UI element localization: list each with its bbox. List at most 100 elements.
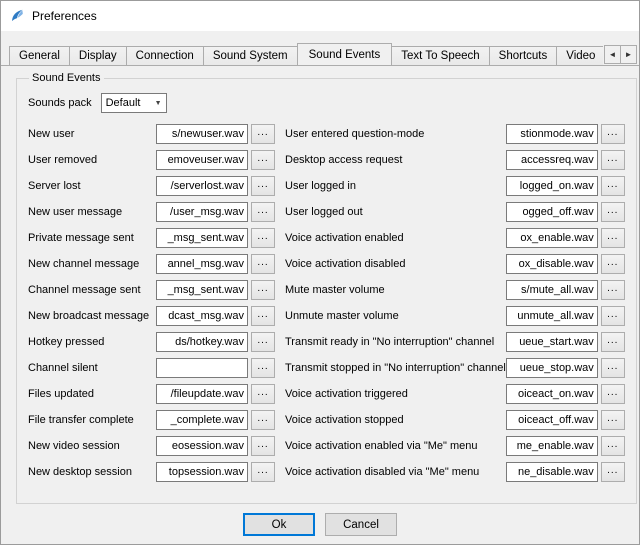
sound-file-input[interactable] [506, 384, 598, 404]
tab-video[interactable]: Video [556, 46, 603, 65]
tab-scroller: ◄ ► [605, 45, 637, 64]
sound-event-row: User entered question-mode ... [285, 121, 625, 147]
sound-file-input[interactable] [506, 150, 598, 170]
sound-file-input[interactable] [156, 384, 248, 404]
browse-button[interactable]: ... [251, 410, 275, 430]
sound-file-input[interactable] [506, 176, 598, 196]
sound-file-input[interactable] [156, 176, 248, 196]
browse-button[interactable]: ... [601, 228, 625, 248]
sounds-pack-select[interactable]: Default ▼ [101, 93, 167, 113]
sound-file-input[interactable] [506, 124, 598, 144]
sound-file-input[interactable] [506, 332, 598, 352]
tab-text-to-speech[interactable]: Text To Speech [391, 46, 489, 65]
tab-general[interactable]: General [9, 46, 70, 65]
sound-file-input[interactable] [506, 202, 598, 222]
sound-file-input[interactable] [506, 358, 598, 378]
browse-button[interactable]: ... [601, 332, 625, 352]
tab-scroll-left-button[interactable]: ◄ [604, 45, 621, 64]
titlebar: Preferences [1, 1, 639, 31]
sound-event-row: New video session ... [28, 433, 275, 459]
sound-event-row: Mute master volume ... [285, 277, 625, 303]
sound-file-input[interactable] [506, 410, 598, 430]
sound-event-label: New channel message [28, 258, 156, 270]
sound-event-row: New channel message ... [28, 251, 275, 277]
sound-event-label: Voice activation enabled via "Me" menu [285, 440, 506, 452]
sound-file-input[interactable] [156, 358, 248, 378]
sound-event-row: Private message sent ... [28, 225, 275, 251]
browse-button[interactable]: ... [601, 280, 625, 300]
tab-sound-events[interactable]: Sound Events [297, 43, 393, 65]
sound-file-input[interactable] [156, 306, 248, 326]
browse-button[interactable]: ... [601, 176, 625, 196]
browse-button[interactable]: ... [601, 202, 625, 222]
browse-button[interactable]: ... [601, 436, 625, 456]
tab-shortcuts[interactable]: Shortcuts [489, 46, 558, 65]
browse-button[interactable]: ... [251, 254, 275, 274]
sound-file-input[interactable] [156, 462, 248, 482]
browse-button[interactable]: ... [251, 280, 275, 300]
sound-event-label: New video session [28, 440, 156, 452]
browse-button[interactable]: ... [601, 410, 625, 430]
sound-event-row: New desktop session ... [28, 459, 275, 485]
browse-button[interactable]: ... [251, 124, 275, 144]
browse-button[interactable]: ... [251, 436, 275, 456]
sound-file-input[interactable] [156, 410, 248, 430]
browse-button[interactable]: ... [601, 358, 625, 378]
sound-file-input[interactable] [156, 150, 248, 170]
tab-display[interactable]: Display [69, 46, 127, 65]
sound-event-label: New desktop session [28, 466, 156, 478]
sound-event-row: Server lost ... [28, 173, 275, 199]
tab-connection[interactable]: Connection [126, 46, 204, 65]
sounds-pack-row: Sounds pack Default ▼ [28, 91, 625, 115]
chevron-right-icon: ► [625, 50, 633, 59]
tab-scroll-right-button[interactable]: ► [620, 45, 637, 64]
sound-event-row: User logged in ... [285, 173, 625, 199]
cancel-button[interactable]: Cancel [325, 513, 397, 536]
browse-button[interactable]: ... [251, 306, 275, 326]
browse-button[interactable]: ... [601, 124, 625, 144]
browse-button[interactable]: ... [601, 384, 625, 404]
browse-button[interactable]: ... [251, 150, 275, 170]
sound-event-row: Voice activation enabled via "Me" menu .… [285, 433, 625, 459]
sound-file-input[interactable] [156, 254, 248, 274]
sound-event-row: Transmit stopped in "No interruption" ch… [285, 355, 625, 381]
browse-button[interactable]: ... [251, 202, 275, 222]
sound-file-input[interactable] [506, 228, 598, 248]
browse-button[interactable]: ... [601, 150, 625, 170]
sound-file-input[interactable] [156, 124, 248, 144]
sounds-pack-label: Sounds pack [28, 97, 92, 109]
sound-file-input[interactable] [156, 280, 248, 300]
sound-event-label: New broadcast message [28, 310, 156, 322]
sound-file-input[interactable] [506, 436, 598, 456]
sound-file-input[interactable] [506, 462, 598, 482]
sound-event-row: File transfer complete ... [28, 407, 275, 433]
browse-button[interactable]: ... [251, 228, 275, 248]
dialog-buttons: Ok Cancel [16, 513, 624, 536]
browse-button[interactable]: ... [251, 332, 275, 352]
browse-button[interactable]: ... [601, 462, 625, 482]
sound-event-row: Hotkey pressed ... [28, 329, 275, 355]
sound-event-label: Mute master volume [285, 284, 506, 296]
sound-file-input[interactable] [156, 202, 248, 222]
browse-button[interactable]: ... [601, 306, 625, 326]
preferences-dialog: Preferences GeneralDisplayConnectionSoun… [0, 0, 640, 545]
browse-button[interactable]: ... [251, 358, 275, 378]
ok-button[interactable]: Ok [243, 513, 315, 536]
sound-file-input[interactable] [506, 306, 598, 326]
browse-button[interactable]: ... [251, 462, 275, 482]
tab-page-sound-events: Sound Events Sounds pack Default ▼ New u… [1, 72, 639, 536]
sound-file-input[interactable] [156, 332, 248, 352]
sound-event-label: Transmit stopped in "No interruption" ch… [285, 362, 506, 374]
sound-file-input[interactable] [156, 228, 248, 248]
browse-button[interactable]: ... [601, 254, 625, 274]
sound-file-input[interactable] [156, 436, 248, 456]
sound-file-input[interactable] [506, 254, 598, 274]
sound-event-row: Channel silent ... [28, 355, 275, 381]
sound-file-input[interactable] [506, 280, 598, 300]
browse-button[interactable]: ... [251, 176, 275, 196]
sound-events-columns: New user ... User removed ... Server los… [28, 121, 625, 485]
tab-sound-system[interactable]: Sound System [203, 46, 298, 65]
sound-event-row: Voice activation stopped ... [285, 407, 625, 433]
sound-event-label: New user [28, 128, 156, 140]
browse-button[interactable]: ... [251, 384, 275, 404]
